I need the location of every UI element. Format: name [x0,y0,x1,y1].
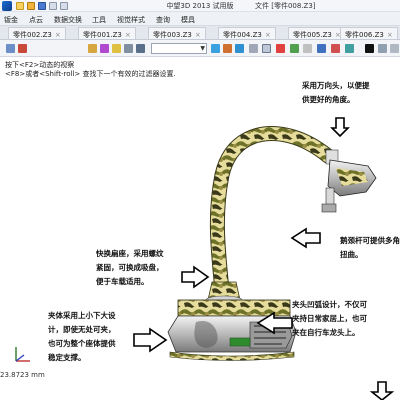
arrow-partial-annotation [369,381,395,400]
axis-triad-icon [15,347,30,362]
arrow-gooseneck-annotation [290,227,321,249]
annotation-clamp-jaw: 夹头凹弧设计，不仅可 夹持日常家居上，也可 夹在自行车龙头上。 [292,300,367,337]
universal-head [321,149,377,213]
annotation-clamp-body: 夹体采用上小下大设 计，即使无处可夹， 也可为整个座体提供 稳定支撑。 [48,311,116,362]
arrow-head-annotation [330,117,350,138]
coordinate-readout: 23.8723 mm [0,371,45,379]
annotation-universal-head: 采用万向头，以便提 供更好的角度。 [302,81,370,104]
annotation-quick-base: 快换扁座，采用螺纹 紧固，可换成吸盘， 便于车载适用。 [96,249,164,286]
annotation-gooseneck: 鹅颈杆可提供多角 扭曲。 [340,236,400,259]
